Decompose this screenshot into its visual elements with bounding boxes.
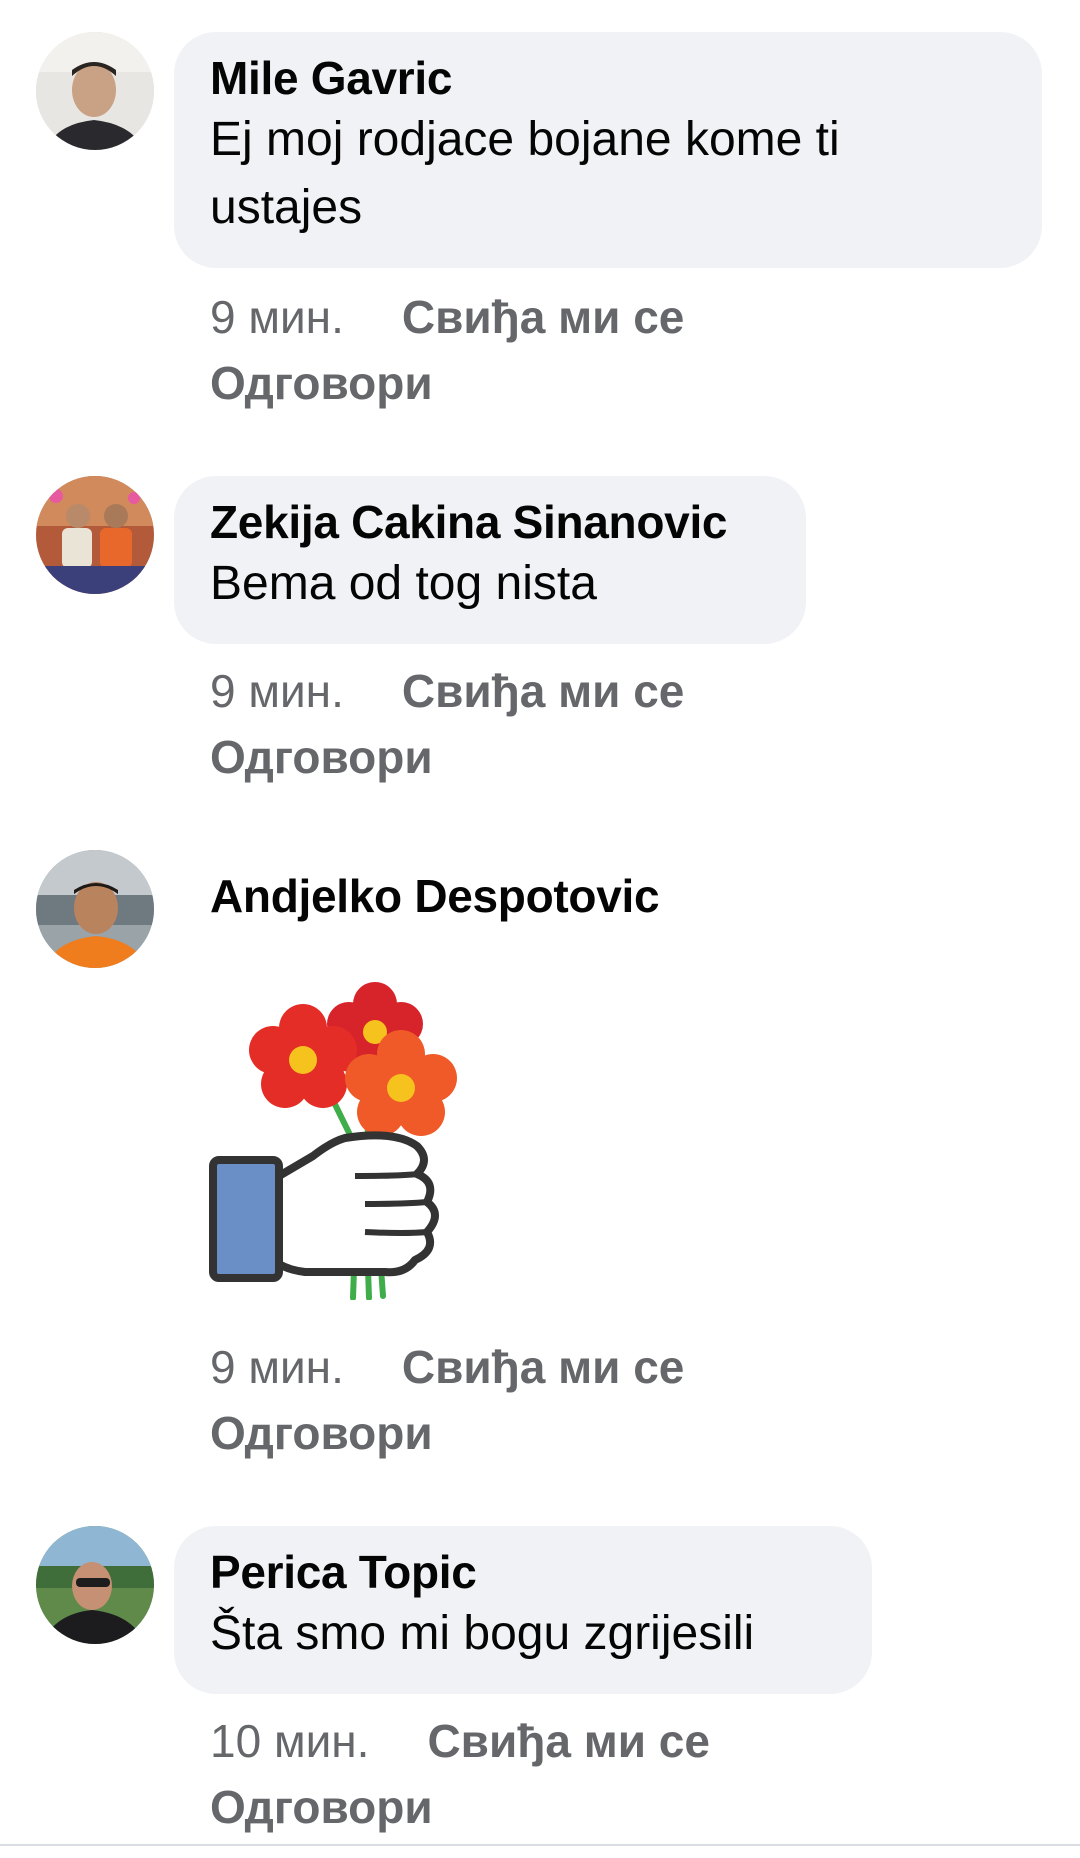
reply-button[interactable]: Одговори bbox=[210, 1774, 770, 1840]
like-hand-with-flowers-sticker[interactable] bbox=[205, 970, 505, 1301]
comment-time: 9 мин. bbox=[210, 291, 344, 343]
comment-actions: 10 мин. Свиђа ми се Одговори bbox=[210, 1708, 770, 1840]
comment-bubble: Perica Topic Šta smo mi bogu zgrijesili bbox=[174, 1526, 872, 1694]
sticker-icon bbox=[209, 982, 457, 1301]
bottom-divider bbox=[0, 1844, 1080, 1858]
avatar[interactable] bbox=[36, 476, 154, 594]
comment-time: 9 мин. bbox=[210, 1341, 344, 1393]
comment-bubble: Zekija Cakina Sinanovic Bema od tog nist… bbox=[174, 476, 806, 644]
like-button[interactable]: Свиђа ми се bbox=[402, 665, 685, 717]
comment-author[interactable]: Mile Gavric bbox=[210, 50, 1004, 106]
avatar[interactable] bbox=[36, 32, 154, 150]
like-button[interactable]: Свиђа ми се bbox=[402, 291, 685, 343]
like-button[interactable]: Свиђа ми се bbox=[402, 1341, 685, 1393]
avatar[interactable] bbox=[36, 1526, 154, 1644]
comment-author[interactable]: Andjelko Despotovic bbox=[210, 868, 660, 924]
comment-time: 10 мин. bbox=[210, 1715, 370, 1767]
like-button[interactable]: Свиђа ми се bbox=[427, 1715, 710, 1767]
comment-time: 9 мин. bbox=[210, 665, 344, 717]
comment-text: Bema od tog nista bbox=[210, 557, 597, 610]
comment-bubble: Mile Gavric Ej moj rodjace bojane kome t… bbox=[174, 32, 1042, 268]
comment-author[interactable]: Perica Topic bbox=[210, 1544, 834, 1600]
comment-header: Andjelko Despotovic bbox=[210, 868, 660, 924]
reply-button[interactable]: Одговори bbox=[210, 724, 770, 790]
comment-author[interactable]: Zekija Cakina Sinanovic bbox=[210, 494, 768, 550]
comment-actions: 9 мин. Свиђа ми се Одговори bbox=[210, 658, 770, 790]
reply-button[interactable]: Одговори bbox=[210, 1400, 770, 1466]
comment-text: Ej moj rodjace bojane kome ti bbox=[210, 113, 840, 166]
avatar-image bbox=[36, 32, 154, 150]
reply-button[interactable]: Одговори bbox=[210, 350, 770, 416]
comment-actions: 9 мин. Свиђа ми се Одговори bbox=[210, 284, 770, 416]
avatar-image bbox=[36, 1526, 154, 1644]
comment-text: Šta smo mi bogu zgrijesili bbox=[210, 1607, 755, 1660]
avatar[interactable] bbox=[36, 850, 154, 968]
avatar-image bbox=[36, 850, 154, 968]
avatar-image bbox=[36, 476, 154, 594]
comment-actions: 9 мин. Свиђа ми се Одговори bbox=[210, 1334, 770, 1466]
comment-text: ustajes bbox=[210, 181, 363, 234]
